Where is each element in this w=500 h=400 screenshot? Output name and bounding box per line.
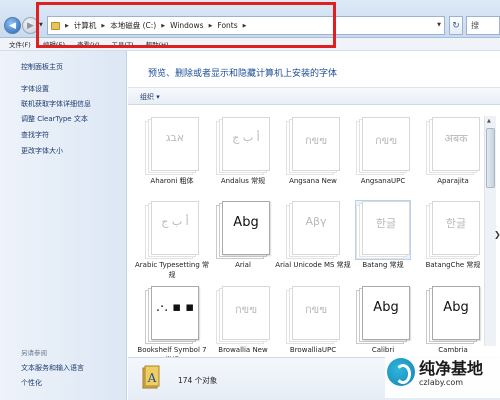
watermark-title: 纯净基地 bbox=[419, 359, 484, 378]
chevron-right-icon[interactable]: ▶ bbox=[161, 23, 165, 29]
command-toolbar: 组织 ▾ bbox=[128, 87, 500, 105]
watermark-logo-icon bbox=[387, 358, 415, 386]
watermark: 纯净基地 czlaby.com bbox=[385, 352, 500, 398]
menu-help[interactable]: 帮助(H) bbox=[146, 39, 169, 49]
font-sample: กขฃ bbox=[235, 303, 257, 316]
font-tile[interactable]: أ ب ج Arabic Typesetting 常规 bbox=[135, 201, 209, 291]
font-tile[interactable]: אבג Aharoni 粗体 bbox=[140, 117, 204, 207]
menu-view[interactable]: 查看(V) bbox=[77, 39, 100, 49]
font-tile[interactable]: Abg Arial bbox=[211, 201, 275, 291]
font-file-icon: Abg bbox=[356, 286, 410, 344]
recent-pages-icon[interactable]: ▼ bbox=[39, 22, 43, 28]
font-sample: 한글 bbox=[445, 217, 467, 230]
sidebar-link-cleartype[interactable]: 调整 ClearType 文本 bbox=[21, 114, 88, 124]
menu-tools[interactable]: 工具(T) bbox=[112, 39, 134, 49]
breadcrumb-computer[interactable]: 计算机 bbox=[74, 20, 97, 31]
font-file-icon: Abg bbox=[426, 286, 480, 344]
font-name: Browallia New bbox=[218, 346, 268, 354]
font-file-icon: .·. ▪ ▪ bbox=[145, 286, 199, 344]
breadcrumb-fonts[interactable]: Fonts bbox=[217, 21, 237, 30]
menu-edit[interactable]: 编辑(E) bbox=[43, 39, 65, 49]
menu-bar: 文件(F) 编辑(E) 查看(V) 工具(T) 帮助(H) bbox=[0, 38, 500, 51]
font-sample: أ ب ج bbox=[232, 131, 260, 144]
font-name: Arabic Typesetting 常规 bbox=[135, 261, 209, 279]
font-name: BatangChe 常规 bbox=[425, 261, 481, 269]
font-file-icon: 한글 bbox=[355, 200, 411, 260]
font-file-icon: กขฃ bbox=[356, 117, 410, 175]
font-name: BrowalliaUPC bbox=[289, 346, 337, 354]
page-title: 预览、删除或者显示和隐藏计算机上安装的字体 bbox=[148, 69, 338, 79]
chevron-right-icon[interactable]: ▶ bbox=[101, 23, 105, 29]
address-dropdown-icon[interactable]: ▼ bbox=[437, 22, 441, 28]
font-sample: अबक bbox=[444, 132, 468, 145]
font-tile[interactable]: अबक Aparajita bbox=[421, 117, 485, 207]
font-name: Batang 常规 bbox=[362, 261, 404, 269]
font-file-icon: 한글 bbox=[426, 201, 480, 259]
font-file-icon: กขฃ bbox=[286, 117, 340, 175]
font-name: Angsana New bbox=[289, 177, 337, 185]
font-name: AngsanaUPC bbox=[360, 177, 406, 185]
font-file-icon: أ ب ج bbox=[216, 117, 270, 175]
font-tile[interactable]: Αβγ Arial Unicode MS 常规 bbox=[275, 201, 351, 291]
fonts-folder-icon: A bbox=[142, 365, 160, 389]
svg-text:A: A bbox=[147, 371, 157, 385]
search-input[interactable]: 搜 bbox=[466, 16, 500, 35]
sidebar-link-text-services[interactable]: 文本服务和输入语言 bbox=[21, 363, 84, 373]
sidebar-link-font-settings[interactable]: 字体设置 bbox=[21, 84, 49, 94]
font-name: Arial Unicode MS 常规 bbox=[275, 261, 351, 269]
font-tile[interactable]: 한글 Batang 常规 bbox=[351, 200, 415, 291]
font-name: Andalus 常规 bbox=[220, 177, 266, 185]
font-tile[interactable]: 한글 BatangChe 常规 bbox=[421, 201, 485, 291]
font-name: Arial bbox=[235, 261, 251, 269]
font-file-icon: กขฃ bbox=[286, 286, 340, 344]
organize-button[interactable]: 组织 ▾ bbox=[140, 92, 160, 102]
breadcrumb-windows[interactable]: Windows bbox=[170, 21, 203, 30]
sidebar-link-personalization[interactable]: 个性化 bbox=[21, 378, 42, 388]
font-sample: กขฃ bbox=[305, 303, 327, 316]
font-file-icon: กขฃ bbox=[216, 286, 270, 344]
font-sample: Abg bbox=[373, 300, 399, 315]
font-sample: Abg bbox=[233, 215, 259, 230]
chevron-right-icon[interactable]: ▶ bbox=[209, 23, 213, 29]
watermark-url: czlaby.com bbox=[419, 378, 464, 387]
font-file-icon: Αβγ bbox=[286, 201, 340, 259]
font-sample: Αβγ bbox=[305, 215, 327, 228]
sidebar-link-find-character[interactable]: 查找字符 bbox=[21, 130, 49, 140]
font-tile[interactable]: กขฃ AngsanaUPC bbox=[351, 117, 415, 207]
font-file-icon: אבג bbox=[145, 117, 199, 175]
sidebar-link-font-size[interactable]: 更改字体大小 bbox=[21, 146, 63, 156]
chevron-right-icon[interactable]: ❯ bbox=[494, 230, 500, 239]
font-tile[interactable]: กขฃ Angsana New bbox=[281, 117, 345, 207]
see-also-heading: 另请参阅 bbox=[21, 349, 47, 357]
font-sample: أ ب ج bbox=[161, 215, 189, 228]
chevron-right-icon[interactable]: ▶ bbox=[65, 23, 69, 29]
breadcrumb-local-disk[interactable]: 本地磁盘 (C:) bbox=[110, 20, 156, 31]
font-sample: אבג bbox=[165, 131, 185, 144]
font-sample: กขฃ bbox=[305, 134, 327, 147]
forward-button[interactable]: ▶ bbox=[22, 17, 39, 34]
font-sample: 한글 bbox=[375, 217, 397, 230]
sidebar-link-get-font-info[interactable]: 联机获取字体详细信息 bbox=[21, 99, 91, 109]
font-name: Aharoni 粗体 bbox=[150, 177, 194, 185]
menu-file[interactable]: 文件(F) bbox=[9, 39, 31, 49]
font-sample: .·. ▪ ▪ bbox=[155, 300, 195, 315]
font-sample: กขฃ bbox=[375, 134, 397, 147]
sidebar: 控制面板主页 字体设置 联机获取字体详细信息 调整 ClearType 文本 查… bbox=[0, 51, 127, 400]
content-pane: 预览、删除或者显示和隐藏计算机上安装的字体 组织 ▾ ▲ אבג Aharoni … bbox=[128, 51, 500, 400]
font-file-icon: अबक bbox=[426, 117, 480, 175]
sidebar-link-control-panel-home[interactable]: 控制面板主页 bbox=[21, 62, 63, 72]
font-name: Aparajita bbox=[437, 177, 469, 185]
chevron-right-icon[interactable]: ▶ bbox=[243, 23, 247, 29]
back-button[interactable]: ◀ bbox=[4, 17, 21, 34]
font-file-icon: أ ب ج bbox=[145, 201, 199, 259]
scroll-up-icon[interactable]: ▲ bbox=[487, 118, 491, 124]
address-toolbar: ◀ ▶ ▼ ▶ 计算机 ▶ 本地磁盘 (C:) ▶ Windows ▶ Font… bbox=[0, 0, 500, 38]
font-sample: Abg bbox=[443, 300, 469, 315]
object-count: 174 个对象 bbox=[178, 376, 218, 385]
font-file-icon: Abg bbox=[216, 201, 270, 259]
refresh-button[interactable]: ↻ bbox=[449, 16, 463, 35]
address-bar[interactable]: ▶ 计算机 ▶ 本地磁盘 (C:) ▶ Windows ▶ Fonts ▶ ▼ bbox=[47, 16, 445, 35]
font-tile[interactable]: أ ب ج Andalus 常规 bbox=[211, 117, 275, 207]
folder-icon bbox=[51, 21, 60, 30]
